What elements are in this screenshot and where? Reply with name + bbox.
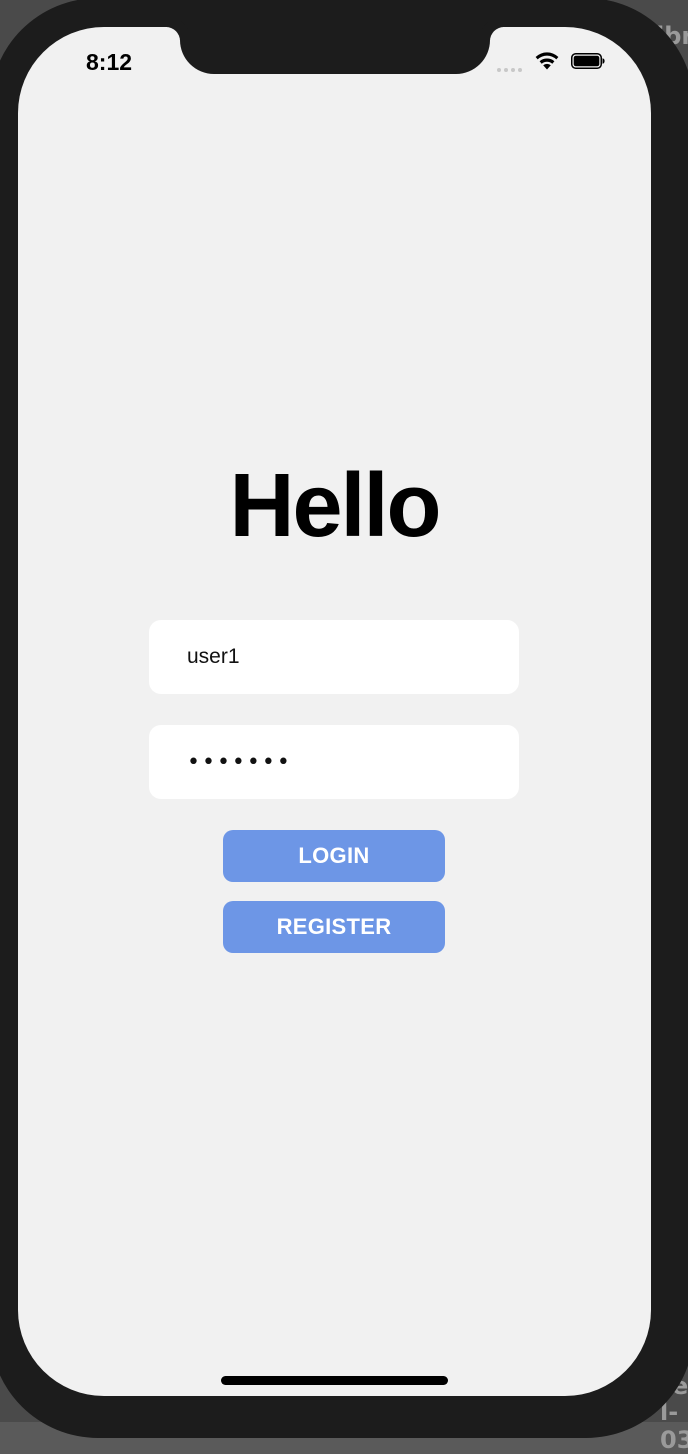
username-input[interactable] (149, 620, 519, 694)
home-indicator[interactable] (221, 1376, 448, 1385)
wifi-icon (535, 52, 559, 70)
cellular-signal-icon (497, 68, 522, 72)
login-button[interactable]: LOGIN (223, 830, 445, 882)
status-time: 8:12 (86, 49, 133, 75)
phone-screen: 8:12 Hello LOGIN REGISTER (18, 27, 651, 1396)
greeting-heading: Hello (229, 456, 441, 556)
register-button[interactable]: REGISTER (223, 901, 445, 953)
password-input[interactable] (149, 725, 519, 799)
battery-icon (571, 53, 605, 69)
background-window-text: l-03 (660, 1398, 688, 1454)
device-notch (180, 26, 490, 74)
device-frame: 8:12 Hello LOGIN REGISTER (0, 0, 688, 1438)
